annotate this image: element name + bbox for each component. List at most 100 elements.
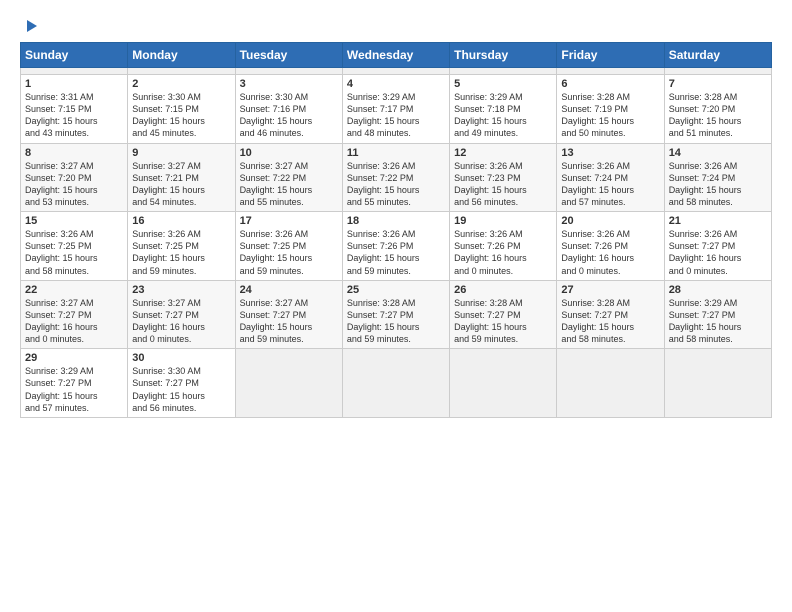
day-info: Sunrise: 3:27 AM Sunset: 7:27 PM Dayligh…: [25, 297, 123, 346]
day-info: Sunrise: 3:27 AM Sunset: 7:22 PM Dayligh…: [240, 160, 338, 209]
day-number: 18: [347, 215, 445, 227]
day-info: Sunrise: 3:29 AM Sunset: 7:18 PM Dayligh…: [454, 91, 552, 140]
weekday-header-monday: Monday: [128, 43, 235, 68]
day-info: Sunrise: 3:30 AM Sunset: 7:16 PM Dayligh…: [240, 91, 338, 140]
day-cell: 10Sunrise: 3:27 AM Sunset: 7:22 PM Dayli…: [235, 143, 342, 212]
day-cell: 30Sunrise: 3:30 AM Sunset: 7:27 PM Dayli…: [128, 349, 235, 418]
day-info: Sunrise: 3:27 AM Sunset: 7:21 PM Dayligh…: [132, 160, 230, 209]
day-cell: 13Sunrise: 3:26 AM Sunset: 7:24 PM Dayli…: [557, 143, 664, 212]
weekday-header-sunday: Sunday: [21, 43, 128, 68]
day-number: 8: [25, 147, 123, 159]
weekday-header-wednesday: Wednesday: [342, 43, 449, 68]
header: [20, 16, 772, 36]
weekday-header-friday: Friday: [557, 43, 664, 68]
day-cell: [128, 68, 235, 75]
day-cell: 25Sunrise: 3:28 AM Sunset: 7:27 PM Dayli…: [342, 280, 449, 349]
calendar-table: SundayMondayTuesdayWednesdayThursdayFrid…: [20, 42, 772, 418]
day-cell: [664, 68, 771, 75]
day-info: Sunrise: 3:26 AM Sunset: 7:25 PM Dayligh…: [132, 228, 230, 277]
day-number: 15: [25, 215, 123, 227]
day-cell: 21Sunrise: 3:26 AM Sunset: 7:27 PM Dayli…: [664, 212, 771, 281]
weekday-header-row: SundayMondayTuesdayWednesdayThursdayFrid…: [21, 43, 772, 68]
day-info: Sunrise: 3:28 AM Sunset: 7:19 PM Dayligh…: [561, 91, 659, 140]
day-number: 3: [240, 78, 338, 90]
day-number: 19: [454, 215, 552, 227]
day-info: Sunrise: 3:26 AM Sunset: 7:26 PM Dayligh…: [454, 228, 552, 277]
day-cell: [21, 68, 128, 75]
day-cell: 23Sunrise: 3:27 AM Sunset: 7:27 PM Dayli…: [128, 280, 235, 349]
day-cell: [557, 349, 664, 418]
day-number: 30: [132, 352, 230, 364]
week-row-4: 22Sunrise: 3:27 AM Sunset: 7:27 PM Dayli…: [21, 280, 772, 349]
day-number: 23: [132, 284, 230, 296]
day-cell: [557, 68, 664, 75]
day-number: 17: [240, 215, 338, 227]
day-cell: 3Sunrise: 3:30 AM Sunset: 7:16 PM Daylig…: [235, 75, 342, 144]
day-number: 22: [25, 284, 123, 296]
day-number: 24: [240, 284, 338, 296]
day-cell: 16Sunrise: 3:26 AM Sunset: 7:25 PM Dayli…: [128, 212, 235, 281]
day-number: 11: [347, 147, 445, 159]
day-cell: 20Sunrise: 3:26 AM Sunset: 7:26 PM Dayli…: [557, 212, 664, 281]
day-info: Sunrise: 3:27 AM Sunset: 7:27 PM Dayligh…: [132, 297, 230, 346]
day-cell: 15Sunrise: 3:26 AM Sunset: 7:25 PM Dayli…: [21, 212, 128, 281]
week-row-3: 15 Sunrise: 3:26 AM Sunset: 7:25 PM Dayli…: [21, 212, 772, 281]
day-info: Sunrise: 3:29 AM Sunset: 7:27 PM Dayligh…: [25, 365, 123, 414]
day-cell: 19Sunrise: 3:26 AM Sunset: 7:26 PM Dayli…: [450, 212, 557, 281]
day-number: 21: [669, 215, 767, 227]
day-cell: [342, 349, 449, 418]
day-cell: [235, 68, 342, 75]
day-number: 5: [454, 78, 552, 90]
day-info: Sunrise: 3:28 AM Sunset: 7:27 PM Dayligh…: [347, 297, 445, 346]
day-number: 9: [132, 147, 230, 159]
day-cell: 5Sunrise: 3:29 AM Sunset: 7:18 PM Daylig…: [450, 75, 557, 144]
page: SundayMondayTuesdayWednesdayThursdayFrid…: [0, 0, 792, 612]
day-number: 2: [132, 78, 230, 90]
day-cell: 14Sunrise: 3:26 AM Sunset: 7:24 PM Dayli…: [664, 143, 771, 212]
day-number: 16: [132, 215, 230, 227]
day-cell: 6Sunrise: 3:28 AM Sunset: 7:19 PM Daylig…: [557, 75, 664, 144]
day-number: 25: [347, 284, 445, 296]
day-info: Sunrise: 3:30 AM Sunset: 7:15 PM Dayligh…: [132, 91, 230, 140]
day-number: 7: [669, 78, 767, 90]
day-number: 4: [347, 78, 445, 90]
day-cell: 1Sunrise: 3:31 AM Sunset: 7:15 PM Daylig…: [21, 75, 128, 144]
weekday-header-tuesday: Tuesday: [235, 43, 342, 68]
day-number: 28: [669, 284, 767, 296]
logo-icon: [21, 18, 39, 36]
week-row-5: 29Sunrise: 3:29 AM Sunset: 7:27 PM Dayli…: [21, 349, 772, 418]
day-cell: 8Sunrise: 3:27 AM Sunset: 7:20 PM Daylig…: [21, 143, 128, 212]
day-info: Sunrise: 3:27 AM Sunset: 7:27 PM Dayligh…: [240, 297, 338, 346]
day-info: Sunrise: 3:29 AM Sunset: 7:17 PM Dayligh…: [347, 91, 445, 140]
day-info: Sunrise: 3:28 AM Sunset: 7:20 PM Dayligh…: [669, 91, 767, 140]
day-cell: 27Sunrise: 3:28 AM Sunset: 7:27 PM Dayli…: [557, 280, 664, 349]
day-cell: 7Sunrise: 3:28 AM Sunset: 7:20 PM Daylig…: [664, 75, 771, 144]
day-cell: [342, 68, 449, 75]
day-info: Sunrise: 3:27 AM Sunset: 7:20 PM Dayligh…: [25, 160, 123, 209]
day-cell: 17Sunrise: 3:26 AM Sunset: 7:25 PM Dayli…: [235, 212, 342, 281]
day-cell: 28Sunrise: 3:29 AM Sunset: 7:27 PM Dayli…: [664, 280, 771, 349]
day-cell: 26Sunrise: 3:28 AM Sunset: 7:27 PM Dayli…: [450, 280, 557, 349]
week-row-1: 1Sunrise: 3:31 AM Sunset: 7:15 PM Daylig…: [21, 75, 772, 144]
weekday-header-thursday: Thursday: [450, 43, 557, 68]
day-cell: 11Sunrise: 3:26 AM Sunset: 7:22 PM Dayli…: [342, 143, 449, 212]
week-row-0: [21, 68, 772, 75]
day-cell: 9Sunrise: 3:27 AM Sunset: 7:21 PM Daylig…: [128, 143, 235, 212]
day-cell: 2Sunrise: 3:30 AM Sunset: 7:15 PM Daylig…: [128, 75, 235, 144]
day-cell: 18Sunrise: 3:26 AM Sunset: 7:26 PM Dayli…: [342, 212, 449, 281]
day-cell: [450, 349, 557, 418]
day-info: Sunrise: 3:30 AM Sunset: 7:27 PM Dayligh…: [132, 365, 230, 414]
day-info: Sunrise: 3:28 AM Sunset: 7:27 PM Dayligh…: [454, 297, 552, 346]
day-number: 6: [561, 78, 659, 90]
day-cell: 22Sunrise: 3:27 AM Sunset: 7:27 PM Dayli…: [21, 280, 128, 349]
week-row-2: 8Sunrise: 3:27 AM Sunset: 7:20 PM Daylig…: [21, 143, 772, 212]
day-info: Sunrise: 3:26 AM Sunset: 7:24 PM Dayligh…: [561, 160, 659, 209]
day-info: Sunrise: 3:28 AM Sunset: 7:27 PM Dayligh…: [561, 297, 659, 346]
day-cell: 29Sunrise: 3:29 AM Sunset: 7:27 PM Dayli…: [21, 349, 128, 418]
day-info: Sunrise: 3:31 AM Sunset: 7:15 PM Dayligh…: [25, 91, 123, 140]
day-number: 10: [240, 147, 338, 159]
day-info: Sunrise: 3:26 AM Sunset: 7:27 PM Dayligh…: [669, 228, 767, 277]
day-info: Sunrise: 3:26 AM Sunset: 7:24 PM Dayligh…: [669, 160, 767, 209]
day-cell: 4Sunrise: 3:29 AM Sunset: 7:17 PM Daylig…: [342, 75, 449, 144]
day-number: 29: [25, 352, 123, 364]
